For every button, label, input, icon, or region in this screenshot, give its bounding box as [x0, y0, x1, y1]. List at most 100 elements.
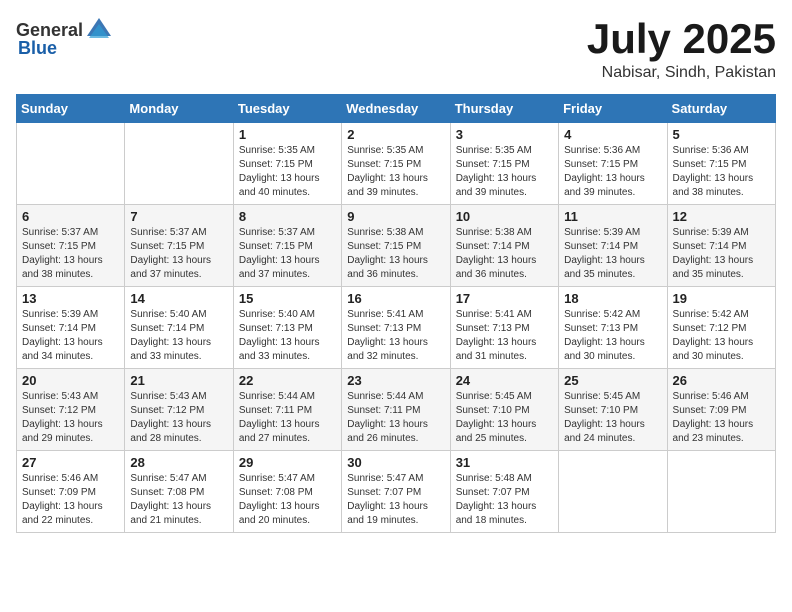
day-number: 25: [564, 373, 661, 388]
day-number: 4: [564, 127, 661, 142]
day-number: 9: [347, 209, 444, 224]
day-number: 22: [239, 373, 336, 388]
day-info: Sunrise: 5:42 AMSunset: 7:12 PMDaylight:…: [673, 308, 770, 364]
day-number: 17: [456, 291, 553, 306]
day-info: Sunrise: 5:37 AMSunset: 7:15 PMDaylight:…: [130, 226, 227, 282]
calendar-week-row: 13Sunrise: 5:39 AMSunset: 7:14 PMDayligh…: [17, 287, 776, 369]
calendar-day-header: Thursday: [450, 95, 558, 123]
calendar-day-header: Sunday: [17, 95, 125, 123]
day-number: 15: [239, 291, 336, 306]
calendar-cell: 23 Sunrise: 5:44 AMSunset: 7:11 PMDayligh…: [342, 369, 450, 451]
day-number: 14: [130, 291, 227, 306]
day-info: Sunrise: 5:48 AMSunset: 7:07 PMDaylight:…: [456, 472, 553, 528]
logo-text-blue: Blue: [18, 38, 57, 59]
calendar-cell: 29 Sunrise: 5:47 AMSunset: 7:08 PMDayligh…: [233, 451, 341, 533]
day-number: 28: [130, 455, 227, 470]
day-info: Sunrise: 5:39 AMSunset: 7:14 PMDaylight:…: [673, 226, 770, 282]
day-number: 1: [239, 127, 336, 142]
day-info: Sunrise: 5:43 AMSunset: 7:12 PMDaylight:…: [130, 390, 227, 446]
calendar-cell: 25 Sunrise: 5:45 AMSunset: 7:10 PMDayligh…: [559, 369, 667, 451]
day-number: 26: [673, 373, 770, 388]
calendar-cell: 19 Sunrise: 5:42 AMSunset: 7:12 PMDayligh…: [667, 287, 775, 369]
calendar-cell: 14 Sunrise: 5:40 AMSunset: 7:14 PMDayligh…: [125, 287, 233, 369]
calendar-day-header: Friday: [559, 95, 667, 123]
day-number: 8: [239, 209, 336, 224]
day-number: 10: [456, 209, 553, 224]
calendar-cell: 6 Sunrise: 5:37 AMSunset: 7:15 PMDaylight…: [17, 205, 125, 287]
day-number: 18: [564, 291, 661, 306]
calendar-cell: 17 Sunrise: 5:41 AMSunset: 7:13 PMDayligh…: [450, 287, 558, 369]
calendar-cell: 9Sunrise: 5:38 AMSunset: 7:15 PMDaylight…: [342, 205, 450, 287]
calendar-day-header: Tuesday: [233, 95, 341, 123]
day-number: 2: [347, 127, 444, 142]
calendar-cell: 3 Sunrise: 5:35 AMSunset: 7:15 PMDaylight…: [450, 123, 558, 205]
calendar-cell: 28 Sunrise: 5:47 AMSunset: 7:08 PMDayligh…: [125, 451, 233, 533]
day-info: Sunrise: 5:35 AMSunset: 7:15 PMDaylight:…: [347, 144, 444, 200]
calendar-day-header: Monday: [125, 95, 233, 123]
month-title: July 2025: [587, 16, 776, 62]
location-title: Nabisar, Sindh, Pakistan: [587, 64, 776, 82]
day-number: 13: [22, 291, 119, 306]
calendar-cell: 7 Sunrise: 5:37 AMSunset: 7:15 PMDaylight…: [125, 205, 233, 287]
title-block: July 2025 Nabisar, Sindh, Pakistan: [587, 16, 776, 82]
calendar-day-header: Saturday: [667, 95, 775, 123]
calendar-cell: 27Sunrise: 5:46 AMSunset: 7:09 PMDayligh…: [17, 451, 125, 533]
calendar-cell: 26 Sunrise: 5:46 AMSunset: 7:09 PMDayligh…: [667, 369, 775, 451]
day-info: Sunrise: 5:45 AMSunset: 7:10 PMDaylight:…: [564, 390, 661, 446]
day-info: Sunrise: 5:47 AMSunset: 7:08 PMDaylight:…: [130, 472, 227, 528]
day-info: Sunrise: 5:36 AMSunset: 7:15 PMDaylight:…: [564, 144, 661, 200]
calendar-cell: 31 Sunrise: 5:48 AMSunset: 7:07 PMDayligh…: [450, 451, 558, 533]
calendar-cell: [17, 123, 125, 205]
day-info: Sunrise: 5:39 AMSunset: 7:14 PMDaylight:…: [564, 226, 661, 282]
day-number: 3: [456, 127, 553, 142]
day-number: 27: [22, 455, 119, 470]
calendar-cell: 1 Sunrise: 5:35 AMSunset: 7:15 PMDaylight…: [233, 123, 341, 205]
day-info: Sunrise: 5:41 AMSunset: 7:13 PMDaylight:…: [347, 308, 444, 364]
day-info: Sunrise: 5:35 AMSunset: 7:15 PMDaylight:…: [456, 144, 553, 200]
day-info: Sunrise: 5:38 AMSunset: 7:14 PMDaylight:…: [456, 226, 553, 282]
calendar-week-row: 1 Sunrise: 5:35 AMSunset: 7:15 PMDaylight…: [17, 123, 776, 205]
calendar-cell: 30 Sunrise: 5:47 AMSunset: 7:07 PMDayligh…: [342, 451, 450, 533]
calendar-week-row: 20 Sunrise: 5:43 AMSunset: 7:12 PMDayligh…: [17, 369, 776, 451]
calendar-week-row: 27Sunrise: 5:46 AMSunset: 7:09 PMDayligh…: [17, 451, 776, 533]
calendar-cell: 11Sunrise: 5:39 AMSunset: 7:14 PMDayligh…: [559, 205, 667, 287]
day-number: 29: [239, 455, 336, 470]
day-number: 30: [347, 455, 444, 470]
calendar-cell: 12Sunrise: 5:39 AMSunset: 7:14 PMDayligh…: [667, 205, 775, 287]
day-info: Sunrise: 5:35 AMSunset: 7:15 PMDaylight:…: [239, 144, 336, 200]
calendar-cell: 10 Sunrise: 5:38 AMSunset: 7:14 PMDayligh…: [450, 205, 558, 287]
calendar-cell: 24Sunrise: 5:45 AMSunset: 7:10 PMDayligh…: [450, 369, 558, 451]
logo: General Blue: [16, 16, 113, 59]
calendar-cell: 16 Sunrise: 5:41 AMSunset: 7:13 PMDayligh…: [342, 287, 450, 369]
day-info: Sunrise: 5:37 AMSunset: 7:15 PMDaylight:…: [239, 226, 336, 282]
calendar-cell: [559, 451, 667, 533]
calendar-table: SundayMondayTuesdayWednesdayThursdayFrid…: [16, 94, 776, 533]
calendar-cell: 18Sunrise: 5:42 AMSunset: 7:13 PMDayligh…: [559, 287, 667, 369]
logo-icon: [85, 16, 113, 44]
day-number: 21: [130, 373, 227, 388]
day-info: Sunrise: 5:44 AMSunset: 7:11 PMDaylight:…: [347, 390, 444, 446]
day-info: Sunrise: 5:37 AMSunset: 7:15 PMDaylight:…: [22, 226, 119, 282]
day-number: 23: [347, 373, 444, 388]
day-info: Sunrise: 5:47 AMSunset: 7:08 PMDaylight:…: [239, 472, 336, 528]
calendar-cell: 8 Sunrise: 5:37 AMSunset: 7:15 PMDaylight…: [233, 205, 341, 287]
day-number: 19: [673, 291, 770, 306]
calendar-cell: 4 Sunrise: 5:36 AMSunset: 7:15 PMDaylight…: [559, 123, 667, 205]
day-info: Sunrise: 5:41 AMSunset: 7:13 PMDaylight:…: [456, 308, 553, 364]
day-info: Sunrise: 5:46 AMSunset: 7:09 PMDaylight:…: [673, 390, 770, 446]
day-number: 31: [456, 455, 553, 470]
page-header: General Blue July 2025 Nabisar, Sindh, P…: [16, 16, 776, 82]
calendar-cell: 21 Sunrise: 5:43 AMSunset: 7:12 PMDayligh…: [125, 369, 233, 451]
day-number: 20: [22, 373, 119, 388]
day-number: 7: [130, 209, 227, 224]
day-info: Sunrise: 5:45 AMSunset: 7:10 PMDaylight:…: [456, 390, 553, 446]
day-info: Sunrise: 5:47 AMSunset: 7:07 PMDaylight:…: [347, 472, 444, 528]
day-number: 6: [22, 209, 119, 224]
day-number: 16: [347, 291, 444, 306]
day-info: Sunrise: 5:40 AMSunset: 7:14 PMDaylight:…: [130, 308, 227, 364]
calendar-day-header: Wednesday: [342, 95, 450, 123]
day-number: 5: [673, 127, 770, 142]
day-info: Sunrise: 5:36 AMSunset: 7:15 PMDaylight:…: [673, 144, 770, 200]
calendar-cell: 22Sunrise: 5:44 AMSunset: 7:11 PMDayligh…: [233, 369, 341, 451]
calendar-week-row: 6 Sunrise: 5:37 AMSunset: 7:15 PMDaylight…: [17, 205, 776, 287]
